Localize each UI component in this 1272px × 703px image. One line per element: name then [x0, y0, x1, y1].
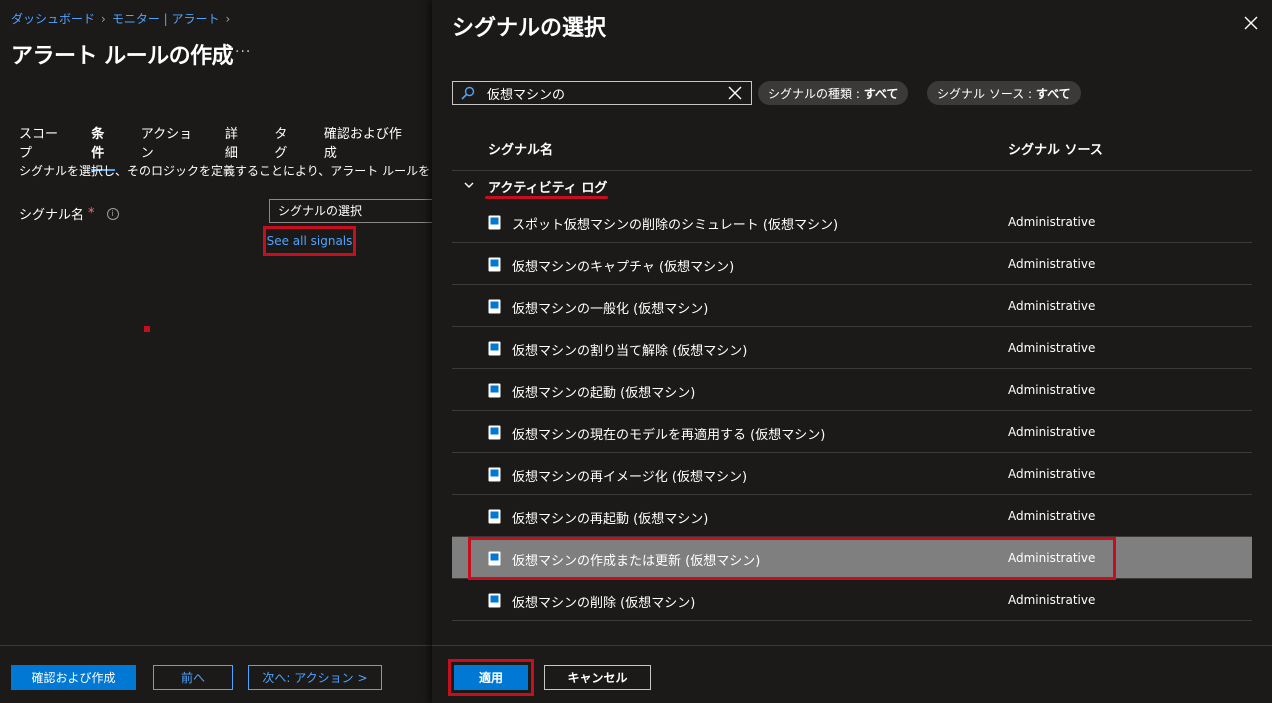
condition-description: シグナルを選択し、そのロジックを定義することにより、アラート ルールをトリガーす…: [19, 164, 432, 178]
next-actions-button[interactable]: 次へ: アクション >: [248, 665, 382, 690]
review-create-button[interactable]: 確認および作成: [11, 665, 136, 690]
info-icon[interactable]: i: [106, 207, 119, 220]
signal-row-selected[interactable]: 仮想マシンの作成または更新 (仮想マシン) Administrative: [452, 537, 1252, 579]
chevron-right-icon: ›: [101, 11, 106, 26]
page-title: アラート ルールの作成: [11, 44, 234, 69]
activity-log-icon: [488, 509, 501, 524]
search-box[interactable]: 仮想マシンの: [452, 81, 752, 105]
breadcrumb-monitor-alerts[interactable]: モニター | アラート: [112, 10, 220, 27]
chevron-down-icon[interactable]: [464, 181, 474, 189]
signal-row[interactable]: 仮想マシンの削除 (仮想マシン) Administrative: [452, 579, 1252, 621]
signal-name: 仮想マシンの割り当て解除 (仮想マシン): [512, 344, 748, 359]
signal-row[interactable]: 仮想マシンの割り当て解除 (仮想マシン) Administrative: [452, 327, 1252, 369]
activity-log-icon: [488, 593, 501, 608]
select-signal-panel: シグナルの選択 仮想マシンの シグナルの種類 : すべて シグナル ソース : …: [432, 0, 1272, 703]
signal-name: 仮想マシンのキャプチャ (仮想マシン): [512, 260, 735, 275]
see-all-signals-text[interactable]: See all signals: [267, 234, 353, 248]
signal-source: Administrative: [1008, 341, 1096, 355]
signal-row[interactable]: 仮想マシンのキャプチャ (仮想マシン) Administrative: [452, 243, 1252, 285]
signal-type-filter-value: すべて: [863, 86, 899, 101]
signal-source-filter-value: すべて: [1035, 86, 1071, 101]
column-header-signal-name[interactable]: シグナル名: [488, 139, 553, 158]
search-input[interactable]: 仮想マシンの: [487, 84, 728, 103]
signal-type-filter[interactable]: シグナルの種類 : すべて: [758, 81, 909, 105]
signal-source: Administrative: [1008, 551, 1096, 565]
signal-name: 仮想マシンの削除 (仮想マシン): [512, 596, 696, 611]
signal-row[interactable]: 仮想マシンの再イメージ化 (仮想マシン) Administrative: [452, 453, 1252, 495]
signal-source: Administrative: [1008, 467, 1096, 481]
alert-rule-blade: ダッシュボード › モニター | アラート › アラート ルールの作成 ··· …: [0, 0, 432, 703]
signal-name: 仮想マシンの起動 (仮想マシン): [512, 386, 696, 401]
column-header-signal-source[interactable]: シグナル ソース: [1008, 139, 1103, 158]
signal-name: 仮想マシンの作成または更新 (仮想マシン): [512, 554, 761, 569]
signal-name-label-text: シグナル名: [19, 208, 85, 223]
signal-select-input[interactable]: シグナルの選択: [269, 199, 432, 223]
tab-scope[interactable]: スコープ: [19, 123, 65, 167]
clear-search-icon[interactable]: [728, 86, 742, 100]
panel-title: シグナルの選択: [452, 16, 607, 41]
header-divider: [452, 170, 1252, 171]
close-icon[interactable]: [1242, 14, 1260, 32]
signal-source: Administrative: [1008, 257, 1096, 271]
signal-name-label: シグナル名 * i: [19, 204, 119, 223]
signal-row[interactable]: 仮想マシンの起動 (仮想マシン) Administrative: [452, 369, 1252, 411]
signal-row[interactable]: スポット仮想マシンの削除のシミュレート (仮想マシン) Administrati…: [452, 201, 1252, 243]
see-all-signals-link[interactable]: See all signals: [263, 226, 356, 256]
chevron-right-icon: ›: [225, 11, 231, 26]
activity-log-icon: [488, 299, 501, 314]
signal-source: Administrative: [1008, 593, 1096, 607]
tab-review-create[interactable]: 確認および作成: [324, 123, 406, 167]
signal-name: 仮想マシンの再起動 (仮想マシン): [512, 512, 709, 527]
activity-log-icon: [488, 551, 501, 566]
activity-log-icon: [488, 425, 501, 440]
tab-details[interactable]: 詳細: [225, 123, 248, 167]
activity-log-icon: [488, 215, 501, 230]
group-activity-log[interactable]: アクティビティ ログ: [452, 172, 1252, 200]
signal-name: 仮想マシンの現在のモデルを再適用する (仮想マシン): [512, 428, 826, 443]
signal-name: 仮想マシンの再イメージ化 (仮想マシン): [512, 470, 748, 485]
tab-actions[interactable]: アクション: [141, 123, 199, 167]
signal-source: Administrative: [1008, 509, 1096, 523]
required-marker: *: [88, 206, 95, 221]
breadcrumb-dashboard[interactable]: ダッシュボード: [11, 10, 95, 27]
tab-condition[interactable]: 条件: [91, 123, 116, 171]
activity-log-icon: [488, 257, 501, 272]
group-label: アクティビティ ログ: [488, 181, 608, 196]
signal-row[interactable]: 仮想マシンの現在のモデルを再適用する (仮想マシン) Administrativ…: [452, 411, 1252, 453]
signal-list: スポット仮想マシンの削除のシミュレート (仮想マシン) Administrati…: [452, 201, 1252, 621]
signal-source: Administrative: [1008, 425, 1096, 439]
signal-source: Administrative: [1008, 299, 1096, 313]
signal-source: Administrative: [1008, 215, 1096, 229]
signal-name: 仮想マシンの一般化 (仮想マシン): [512, 302, 709, 317]
activity-log-icon: [488, 467, 501, 482]
apply-button[interactable]: 適用: [454, 665, 528, 690]
tab-bar: スコープ 条件 アクション 詳細 タグ 確認および作成: [19, 123, 432, 171]
signal-name: スポット仮想マシンの削除のシミュレート (仮想マシン): [512, 218, 839, 233]
signal-source-filter[interactable]: シグナル ソース : すべて: [927, 81, 1081, 105]
tab-tags[interactable]: タグ: [274, 123, 297, 167]
signal-source-filter-label: シグナル ソース :: [937, 86, 1033, 101]
signal-row[interactable]: 仮想マシンの再起動 (仮想マシン) Administrative: [452, 495, 1252, 537]
search-icon: [461, 86, 475, 100]
annotation-dot: [144, 326, 150, 332]
more-options-icon[interactable]: ···: [235, 44, 251, 60]
activity-log-icon: [488, 341, 501, 356]
signal-row[interactable]: 仮想マシンの一般化 (仮想マシン) Administrative: [452, 285, 1252, 327]
previous-button[interactable]: 前へ: [153, 665, 233, 690]
breadcrumb: ダッシュボード › モニター | アラート ›: [11, 10, 230, 27]
activity-log-icon: [488, 383, 501, 398]
signal-type-filter-label: シグナルの種類 :: [768, 86, 860, 101]
annotation-underline: [485, 196, 608, 199]
cancel-button[interactable]: キャンセル: [544, 665, 651, 690]
signal-source: Administrative: [1008, 383, 1096, 397]
